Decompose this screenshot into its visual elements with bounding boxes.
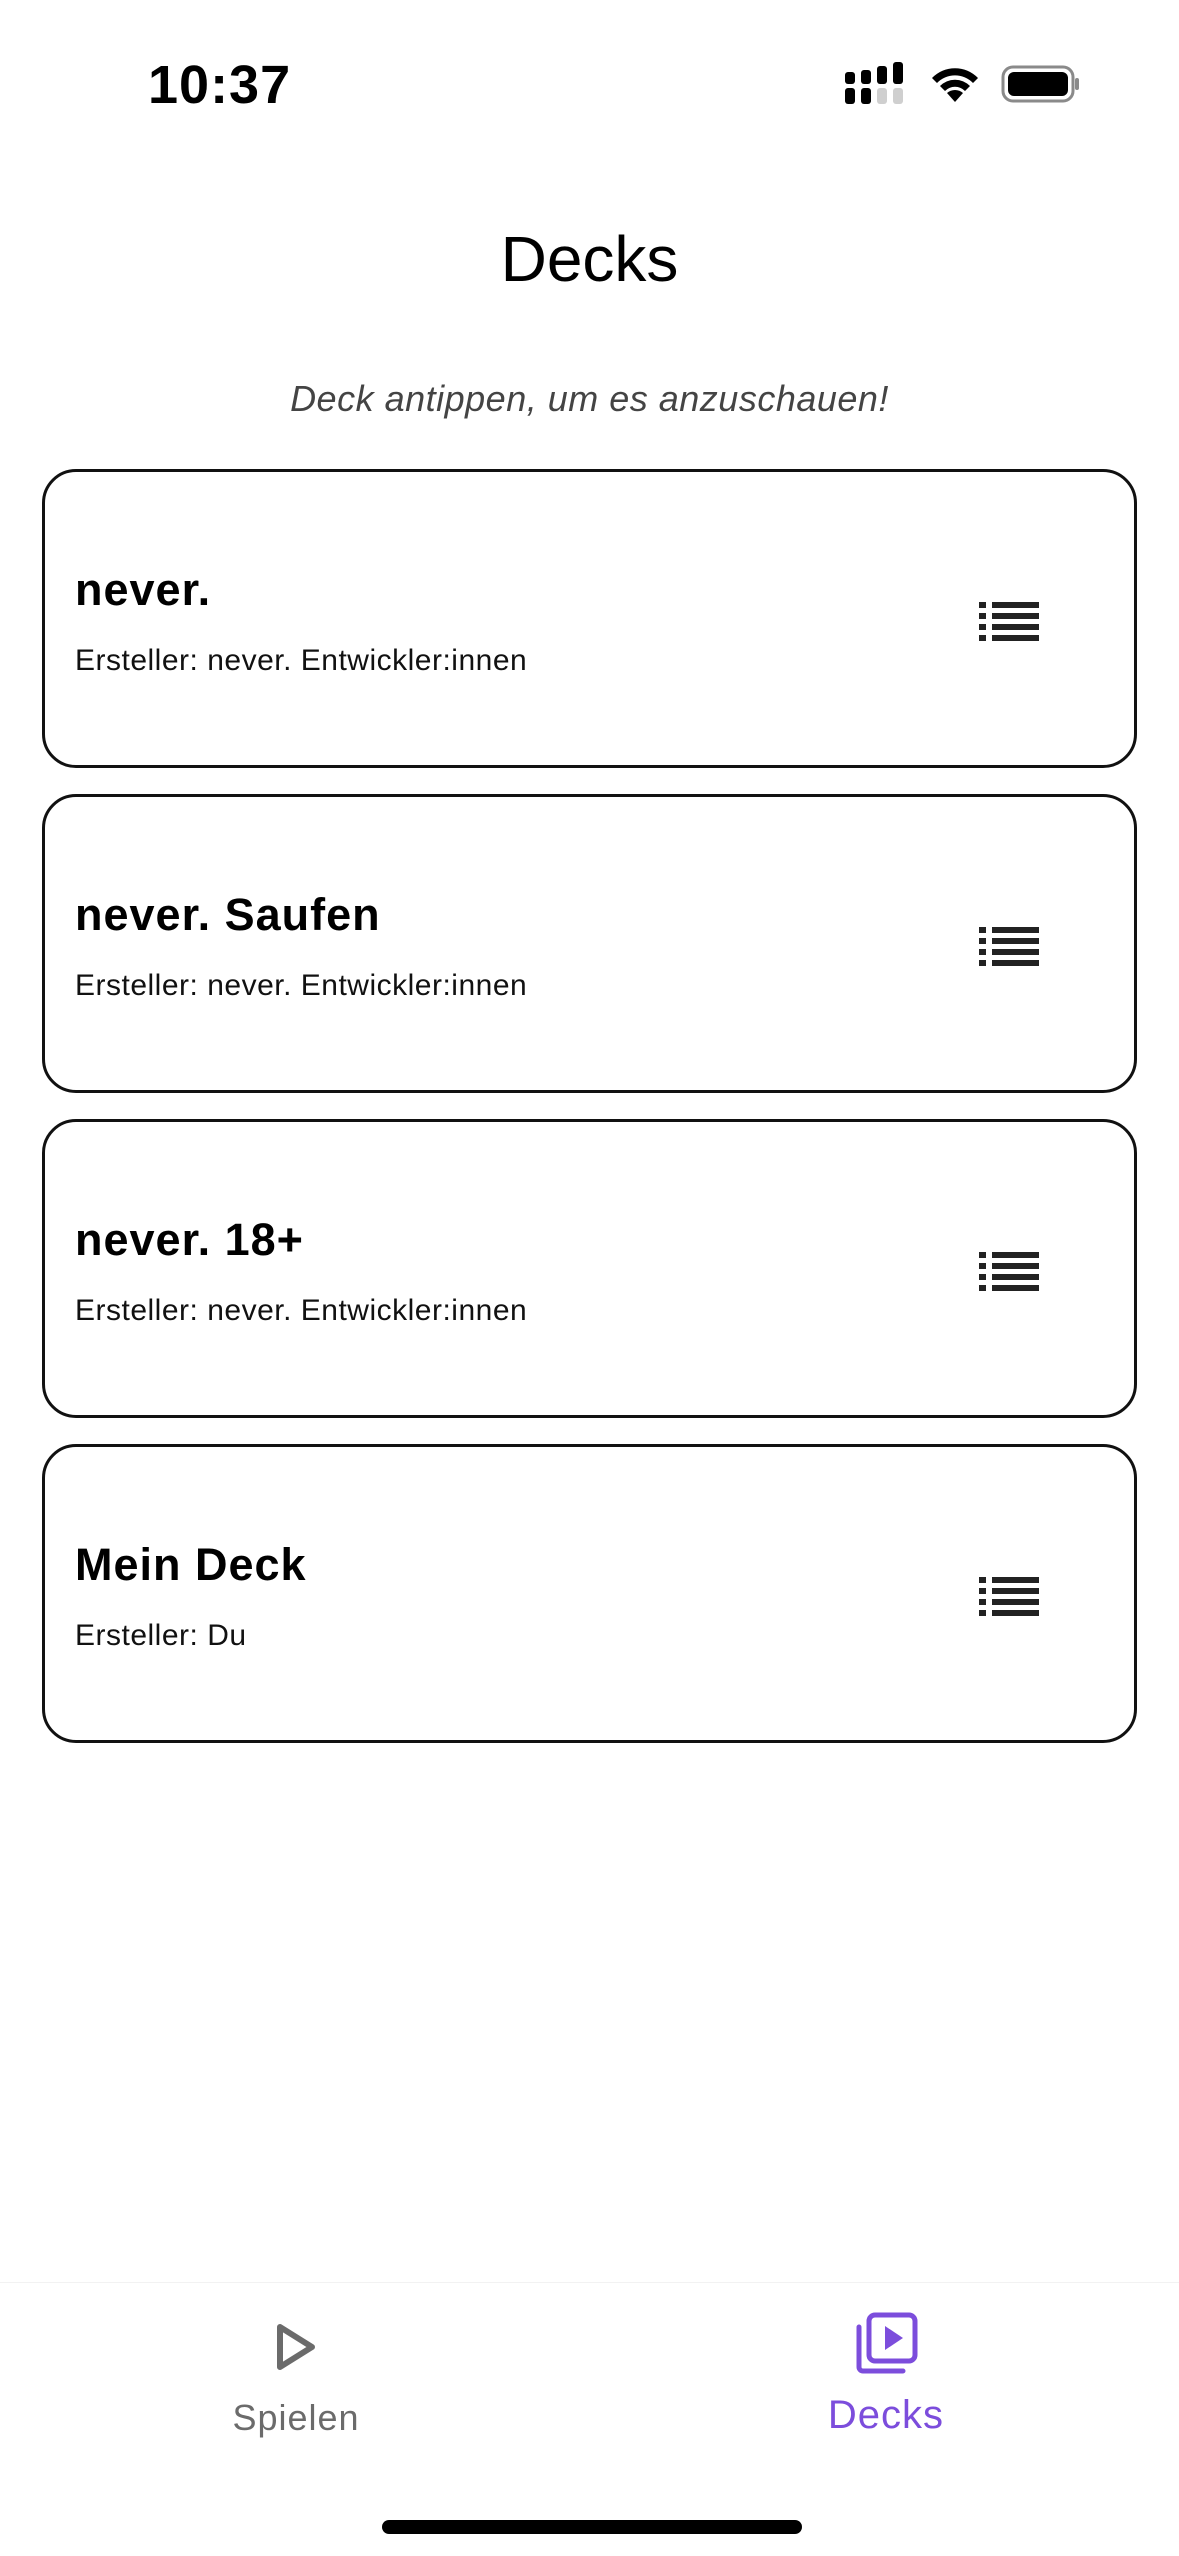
page-hint: Deck antippen, um es anzuschauen! xyxy=(290,378,889,419)
home-indicator[interactable] xyxy=(382,2520,802,2534)
bottom-nav: Spielen Decks xyxy=(0,2282,1179,2462)
deck-name: never. Saufen xyxy=(75,889,381,940)
list-icon[interactable] xyxy=(979,1575,1039,1617)
deck-creator: Ersteller: never. Entwickler:innen xyxy=(75,969,528,1002)
list-icon[interactable] xyxy=(979,1250,1039,1292)
decks-screen: 10:37 Decks Deck antippen, um es anzusch… xyxy=(0,0,1179,2556)
deck-creator: Ersteller: never. Entwickler:innen xyxy=(75,644,528,677)
deck-creator: Ersteller: never. Entwickler:innen xyxy=(75,1294,528,1327)
status-icons xyxy=(845,62,1081,106)
deck-card[interactable]: never. Ersteller: never. Entwickler:inne… xyxy=(42,469,1137,768)
deck-card[interactable]: never. Saufen Ersteller: never. Entwickl… xyxy=(42,794,1137,1093)
nav-label-decks: Decks xyxy=(827,2393,945,2437)
cellular-signal-icon xyxy=(845,62,903,104)
list-icon[interactable] xyxy=(979,925,1039,967)
list-icon[interactable] xyxy=(979,600,1039,642)
deck-list: never. Ersteller: never. Entwickler:inne… xyxy=(42,469,1137,1769)
battery-icon xyxy=(1001,65,1079,103)
deck-card[interactable]: never. 18+ Ersteller: never. Entwickler:… xyxy=(42,1119,1137,1418)
deck-name: Mein Deck xyxy=(75,1539,307,1590)
nav-label-spielen: Spielen xyxy=(232,2397,360,2438)
play-icon xyxy=(277,2324,315,2370)
nav-item-spielen[interactable]: Spielen xyxy=(96,2283,496,2463)
deck-creator: Ersteller: Du xyxy=(75,1619,247,1652)
nav-item-decks[interactable]: Decks xyxy=(686,2283,1086,2463)
deck-name: never. 18+ xyxy=(75,1214,304,1265)
video-library-icon xyxy=(856,2312,918,2374)
page-title: Decks xyxy=(500,223,679,295)
deck-name: never. xyxy=(75,564,212,615)
status-time: 10:37 xyxy=(148,55,292,115)
deck-card[interactable]: Mein Deck Ersteller: Du xyxy=(42,1444,1137,1743)
wifi-icon xyxy=(932,68,978,102)
status-bar: 10:37 xyxy=(0,0,1179,150)
